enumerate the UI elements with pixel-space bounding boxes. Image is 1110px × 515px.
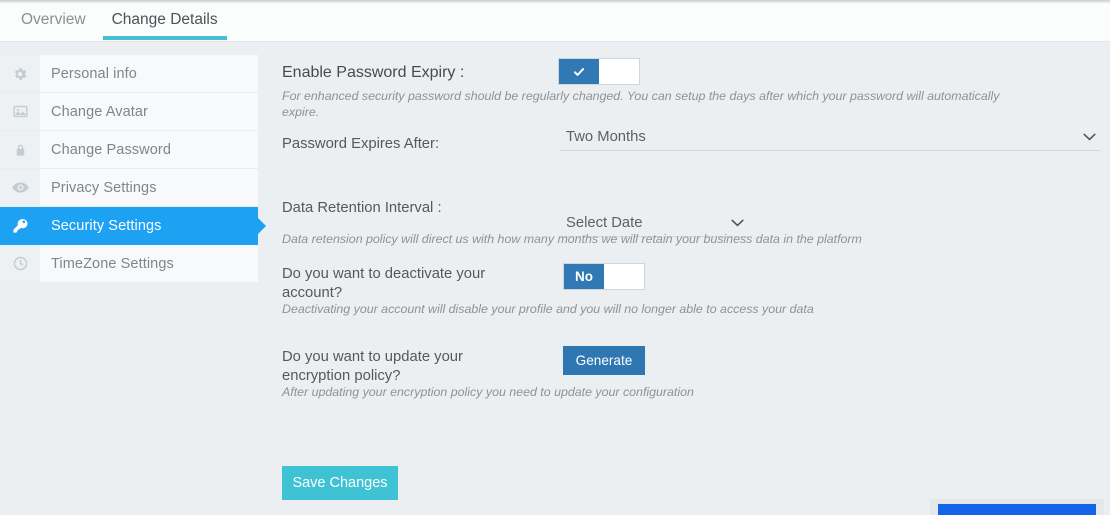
data-retention-interval-value: Select Date — [566, 215, 643, 231]
clock-icon — [0, 245, 40, 282]
enable-password-expiry-toggle[interactable] — [558, 58, 640, 85]
save-changes-button[interactable]: Save Changes — [282, 466, 398, 500]
deactivate-account-toggle[interactable]: No — [563, 263, 645, 290]
sidebar-item-change-password[interactable]: Change Password — [0, 131, 258, 169]
sidebar-item-security-settings[interactable]: Security Settings — [0, 207, 258, 245]
password-expires-after-label: Password Expires After: — [282, 135, 542, 154]
generate-button[interactable]: Generate — [563, 346, 645, 375]
settings-sidebar: Personal info Change Avatar Change Passw… — [0, 55, 258, 283]
tab-change-details[interactable]: Change Details — [99, 3, 231, 40]
gear-icon — [0, 55, 40, 92]
chevron-down-icon — [1083, 133, 1096, 141]
password-expires-after-select[interactable]: Two Months — [560, 129, 1100, 151]
data-retention-interval-hint: Data retension policy will direct us wit… — [282, 231, 982, 247]
bottom-progress-bar — [938, 504, 1096, 515]
key-icon — [0, 207, 40, 244]
sidebar-item-label: Privacy Settings — [40, 180, 157, 196]
eye-icon — [0, 169, 40, 206]
image-icon — [0, 93, 40, 130]
deactivate-account-label: Do you want to deactivate your account? — [282, 265, 497, 303]
toggle-on-side: No — [564, 264, 604, 289]
data-retention-interval-label: Data Retention Interval : — [282, 199, 542, 218]
password-expires-after-value: Two Months — [566, 129, 646, 145]
enable-password-expiry-label: Enable Password Expiry : — [282, 64, 542, 82]
chevron-down-icon — [731, 219, 744, 227]
encryption-policy-hint: After updating your encryption policy yo… — [282, 384, 982, 400]
sidebar-item-label: Personal info — [40, 66, 137, 82]
toggle-off-side — [599, 59, 639, 84]
sidebar-item-personal-info[interactable]: Personal info — [0, 55, 258, 93]
tab-overview[interactable]: Overview — [8, 3, 99, 40]
sidebar-item-timezone-settings[interactable]: TimeZone Settings — [0, 245, 258, 283]
sidebar-item-change-avatar[interactable]: Change Avatar — [0, 93, 258, 131]
enable-password-expiry-hint: For enhanced security password should be… — [282, 88, 1022, 120]
encryption-policy-label: Do you want to update your encryption po… — [282, 348, 497, 386]
security-settings-form: Enable Password Expiry : For enhanced se… — [258, 55, 1110, 515]
check-icon — [572, 65, 586, 79]
sidebar-item-label: Change Avatar — [40, 104, 148, 120]
toggle-off-side — [604, 264, 644, 289]
sidebar-item-label: Change Password — [40, 142, 171, 158]
sidebar-item-label: TimeZone Settings — [40, 256, 174, 272]
sidebar-item-label: Security Settings — [40, 218, 162, 234]
tab-bar: Overview Change Details — [0, 3, 1110, 42]
deactivate-account-hint: Deactivating your account will disable y… — [282, 301, 982, 317]
toggle-on-side — [559, 59, 599, 84]
lock-icon — [0, 131, 40, 168]
sidebar-item-privacy-settings[interactable]: Privacy Settings — [0, 169, 258, 207]
